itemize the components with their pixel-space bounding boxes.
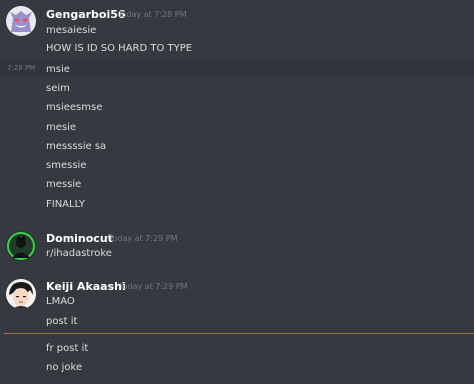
message-text: msie bbox=[46, 64, 70, 75]
author-username[interactable]: Keiji Akaashi bbox=[46, 280, 126, 293]
message-text: LMAO bbox=[46, 296, 75, 307]
dominocut-avatar-icon[interactable] bbox=[6, 231, 36, 261]
message-text: HOW IS ID SO HARD TO TYPE bbox=[46, 43, 193, 54]
message-text: mesie bbox=[46, 122, 77, 133]
message-timestamp: Today at 7:29 PM bbox=[109, 234, 178, 243]
chat-messages: Gengarboi56 Today at 7:28 PM mesaiesie H… bbox=[0, 0, 474, 384]
gengar-avatar-icon[interactable] bbox=[6, 6, 36, 36]
message-text: messie bbox=[46, 179, 82, 190]
message-text: mesaiesie bbox=[46, 25, 97, 36]
message-text: FINALLY bbox=[46, 199, 85, 210]
message-timestamp: Today at 7:29 PM bbox=[119, 282, 188, 291]
message-text: fr post it bbox=[46, 343, 89, 354]
author-username[interactable]: Dominocut bbox=[46, 232, 113, 245]
message-text: messssie sa bbox=[46, 141, 107, 152]
author-username[interactable]: Gengarboi56 bbox=[46, 8, 126, 21]
keiji-avatar-icon[interactable] bbox=[6, 279, 36, 309]
message-text: smessie bbox=[46, 160, 87, 171]
message-timestamp: Today at 7:28 PM bbox=[118, 10, 187, 19]
message-text: msieesmse bbox=[46, 102, 103, 113]
new-messages-divider bbox=[4, 333, 474, 334]
message-text: r/ihadastroke bbox=[46, 248, 112, 259]
message-text: no joke bbox=[46, 362, 83, 373]
message-text: seim bbox=[46, 83, 70, 94]
message-hover-timestamp: 7:28 PM bbox=[7, 64, 36, 72]
message-text: post it bbox=[46, 316, 78, 327]
